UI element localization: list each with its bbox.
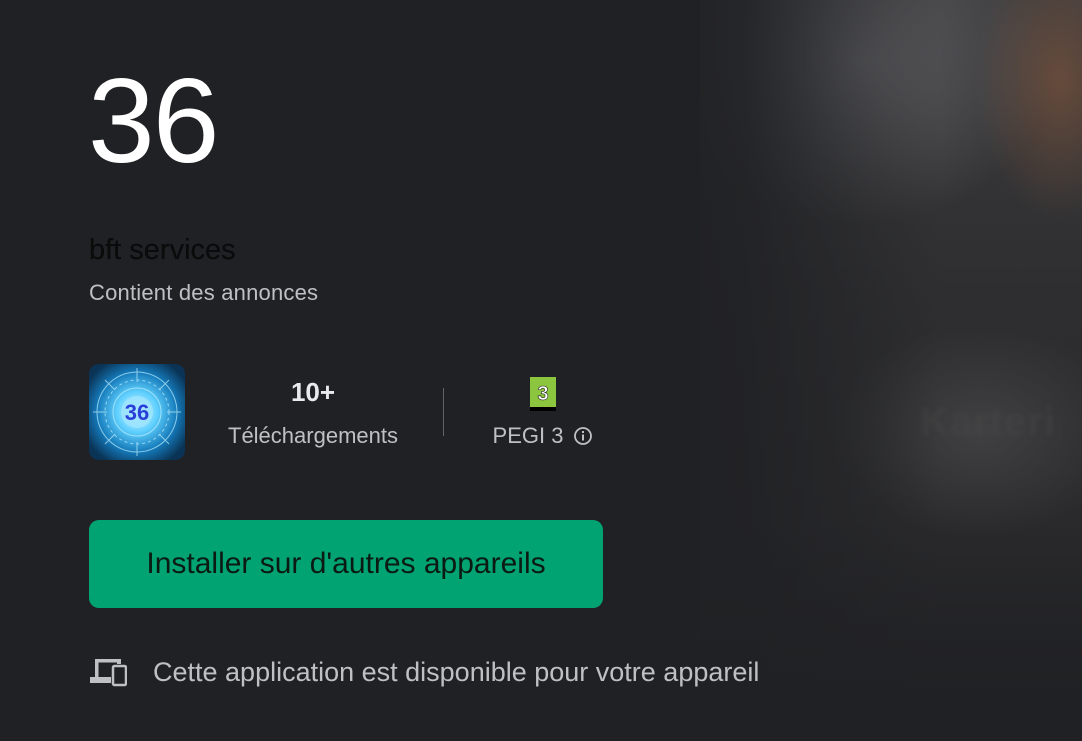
- app-title: 36: [88, 54, 219, 188]
- stat-divider: [443, 388, 444, 436]
- availability-notice: Cette application est disponible pour vo…: [89, 652, 759, 692]
- app-icon: 36: [89, 364, 185, 460]
- hero-fade-bottom: [640, 520, 1082, 741]
- pegi-badge-icon: 3: [530, 377, 556, 412]
- ads-notice: Contient des annonces: [89, 280, 319, 305]
- pegi-badge-number: 3: [537, 383, 548, 405]
- hero-image-text: Karteri: [920, 400, 1056, 444]
- devices-icon: [90, 659, 127, 687]
- app-icon-text: 36: [125, 400, 149, 425]
- downloads-value: 10+: [290, 377, 336, 407]
- rating-stat: 3 PEGI 3: [478, 374, 608, 450]
- pegi-badge-container: 3: [478, 374, 608, 412]
- rating-label-row: PEGI 3: [478, 422, 608, 450]
- availability-text: Cette application est disponible pour vo…: [153, 656, 760, 687]
- developer-link[interactable]: bft services: [89, 234, 236, 267]
- app-details-page: Karteri 36 bft services Contient des ann…: [0, 0, 1082, 741]
- info-icon[interactable]: [573, 426, 593, 446]
- downloads-stat: 10+ Téléchargements: [215, 374, 411, 450]
- rating-label: PEGI 3: [492, 423, 564, 448]
- install-on-other-devices-button[interactable]: Installer sur d'autres appareils: [89, 520, 603, 608]
- downloads-label: Téléchargements: [228, 423, 398, 448]
